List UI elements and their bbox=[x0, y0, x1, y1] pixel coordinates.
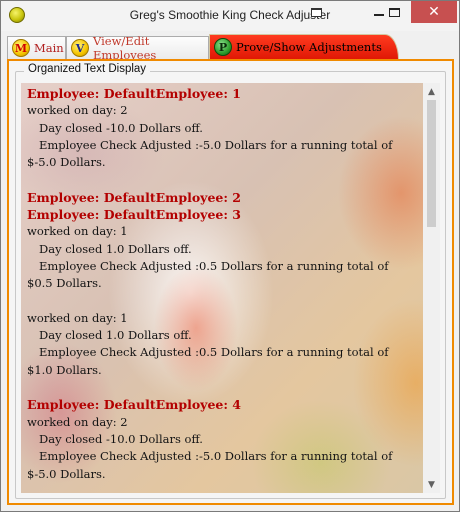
app-window: Greg's Smoothie King Check Adjuster ✕ M … bbox=[0, 0, 460, 512]
adjustments-panel: Organized Text Display Employee: Default… bbox=[7, 59, 454, 505]
maximize-icon bbox=[388, 7, 400, 17]
organized-text-display[interactable]: Employee: DefaultEmployee: 1 worked on da… bbox=[21, 83, 440, 493]
view-badge-icon: V bbox=[71, 39, 89, 57]
tab-view-edit-employees[interactable]: V View/Edit Employees bbox=[66, 34, 209, 62]
maximize-button[interactable] bbox=[379, 1, 409, 23]
scroll-up-button[interactable]: ▲ bbox=[423, 83, 440, 100]
adjustment-line: Employee Check Adjusted :0.5 Dollars for… bbox=[39, 345, 389, 360]
text-line: worked on day: 1 bbox=[27, 224, 128, 239]
employee-heading: Employee: DefaultEmployee: 3 bbox=[27, 207, 242, 223]
tab-label: Main bbox=[34, 41, 64, 55]
text-line: $-5.0 Dollars. bbox=[27, 155, 106, 170]
text-line: worked on day: 1 bbox=[27, 310, 128, 325]
main-badge-icon: M bbox=[12, 39, 30, 57]
adjustment-line: Day closed 1.0 Dollars off. bbox=[39, 328, 192, 343]
chevron-up-icon: ▲ bbox=[428, 86, 435, 97]
scroll-thumb[interactable] bbox=[427, 100, 436, 227]
title-bar[interactable]: Greg's Smoothie King Check Adjuster ✕ bbox=[1, 1, 459, 31]
text-line: worked on day: 2 bbox=[27, 103, 128, 118]
group-label: Organized Text Display bbox=[24, 63, 151, 75]
employee-heading: Employee: DefaultEmployee: 1 bbox=[27, 86, 242, 101]
close-icon: ✕ bbox=[428, 4, 440, 20]
adjustment-line: Day closed -10.0 Dollars off. bbox=[39, 120, 203, 135]
scroll-down-button[interactable]: ▼ bbox=[423, 476, 440, 493]
tab-label: Prove/Show Adjustments bbox=[236, 40, 382, 54]
text-line: $0.5 Dollars. bbox=[27, 276, 102, 291]
text-line: $1.0 Dollars. bbox=[27, 362, 102, 377]
adjustment-line: Employee Check Adjusted :0.5 Dollars for… bbox=[39, 258, 389, 273]
adjustment-line: Day closed 1.0 Dollars off. bbox=[39, 241, 192, 256]
close-button[interactable]: ✕ bbox=[411, 1, 457, 23]
adjustment-line: Day closed -10.0 Dollars off. bbox=[39, 431, 203, 446]
employee-heading: Employee: DefaultEmployee: 4 bbox=[27, 397, 242, 413]
tab-strip: M Main V View/Edit Employees P Prove/Sho… bbox=[7, 34, 453, 62]
chevron-down-icon: ▼ bbox=[428, 479, 435, 490]
organized-text-group: Organized Text Display Employee: Default… bbox=[15, 63, 446, 499]
employee-heading: Employee: DefaultEmployee: 2 bbox=[27, 189, 242, 205]
tab-main[interactable]: M Main bbox=[7, 36, 66, 59]
restore-window-icon bbox=[311, 8, 322, 17]
adjustment-line: Employee Check Adjusted :-5.0 Dollars fo… bbox=[39, 449, 393, 464]
text-content: Employee: DefaultEmployee: 1 worked on da… bbox=[27, 85, 417, 483]
text-line: $-5.0 Dollars. bbox=[27, 466, 106, 481]
tab-prove-show-adjustments[interactable]: P Prove/Show Adjustments bbox=[209, 34, 399, 59]
text-line: worked on day: 2 bbox=[27, 414, 128, 429]
prove-badge-icon: P bbox=[214, 38, 232, 56]
adjustment-line: Employee Check Adjusted :-5.0 Dollars fo… bbox=[39, 137, 393, 152]
vertical-scrollbar[interactable]: ▲ ▼ bbox=[423, 83, 440, 493]
tab-label: View/Edit Employees bbox=[93, 34, 157, 62]
